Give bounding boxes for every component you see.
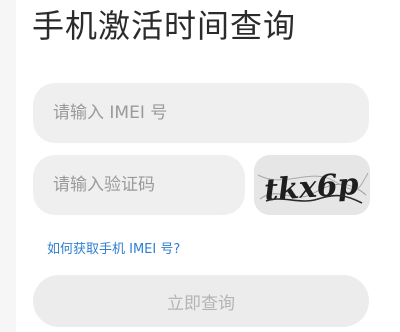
captcha-text: tkx6p (263, 167, 360, 208)
imei-help-link[interactable]: 如何获取手机 IMEI 号? (47, 240, 180, 260)
captcha-image[interactable]: tkx6p (254, 155, 370, 215)
page-title: 手机激活时间查询 (32, 7, 297, 45)
verification-code-input[interactable] (33, 155, 245, 215)
imei-field-wrapper (33, 83, 369, 143)
imei-input[interactable] (33, 83, 369, 143)
verification-code-field-wrapper (33, 155, 245, 215)
captcha-graphic: tkx6p (254, 155, 370, 215)
submit-query-button[interactable]: 立即查询 (33, 275, 369, 327)
